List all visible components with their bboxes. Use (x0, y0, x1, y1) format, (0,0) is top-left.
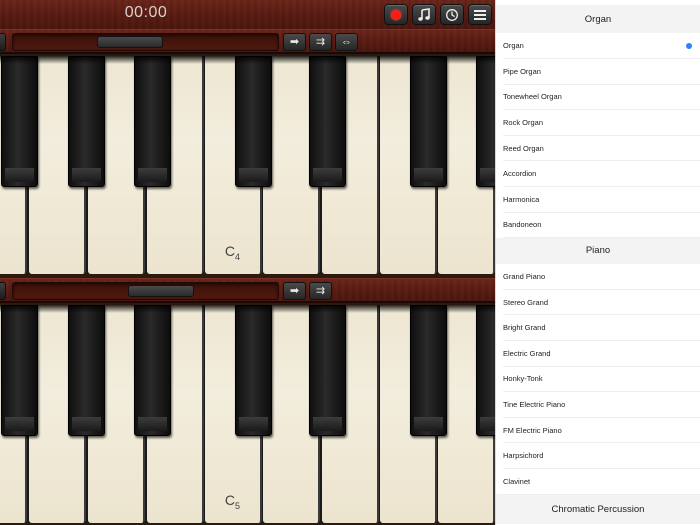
menu-icon (474, 9, 486, 20)
black-key[interactable] (476, 305, 495, 436)
list-item-organ[interactable]: Organ (496, 33, 700, 59)
section-header-piano: Piano (496, 237, 700, 264)
black-key[interactable] (476, 56, 495, 187)
music-note-icon (418, 7, 430, 21)
list-item-label: Organ (503, 41, 524, 51)
list-item-label: Accordion (503, 169, 537, 179)
list-item-label: Harpsichord (503, 451, 544, 461)
list-item-harmonica[interactable]: Harmonica (496, 187, 700, 213)
list-item-fm-electric-piano[interactable]: FM Electric Piano (496, 417, 700, 443)
nav-left-button[interactable] (0, 282, 6, 300)
range-slider-thumb[interactable] (128, 285, 194, 297)
black-key[interactable] (410, 305, 447, 436)
keyboard-lower: C5 (0, 305, 495, 523)
keyboard-2-navigation: ➡ ⇉ (0, 278, 495, 303)
music-button[interactable] (412, 4, 436, 25)
playback-time: 00:00 (124, 4, 168, 21)
keyboard-range-slider[interactable] (12, 282, 279, 300)
menu-button[interactable] (468, 4, 492, 25)
black-key[interactable] (235, 56, 272, 187)
list-item-harpsichord[interactable]: Harpsichord (496, 443, 700, 469)
list-item-stereo-grand[interactable]: Stereo Grand (496, 289, 700, 315)
keyboard-1-navigation: ➡ ⇉ ⇔ (0, 29, 495, 54)
list-item-label: Harmonica (503, 194, 540, 204)
black-key[interactable] (134, 305, 171, 436)
record-icon (391, 9, 401, 20)
section-header-organ: Organ (496, 5, 700, 33)
instrument-list: Organ Organ Pipe Organ Tonewheel Organ R… (495, 0, 700, 525)
list-item-label: Tonewheel Organ (503, 92, 562, 102)
double-arrow-right-icon: ⇉ (315, 35, 326, 48)
list-item-grand-piano[interactable]: Grand Piano (496, 264, 700, 290)
list-item-label: Bright Grand (503, 323, 546, 333)
list-item-label: Rock Organ (503, 118, 544, 128)
list-item-label: Clavinet (503, 476, 531, 486)
list-item-tine-electric-piano[interactable]: Tine Electric Piano (496, 392, 700, 418)
shift-right-double-button[interactable]: ⇉ (309, 282, 332, 300)
list-item-label: Pipe Organ (503, 66, 541, 76)
selected-indicator-icon (686, 42, 692, 49)
top-toolbar: 00:00 (0, 0, 495, 30)
list-item-rock-organ[interactable]: Rock Organ (496, 110, 700, 136)
list-item-pipe-organ[interactable]: Pipe Organ (496, 59, 700, 85)
list-item-bright-grand[interactable]: Bright Grand (496, 315, 700, 341)
list-item-label: Electric Grand (503, 348, 551, 358)
list-item-label: Reed Organ (503, 143, 544, 153)
list-item-bandoneon[interactable]: Bandoneon (496, 212, 700, 238)
list-item-label: Bandoneon (503, 220, 542, 230)
black-key[interactable] (68, 305, 105, 436)
black-key[interactable] (309, 305, 346, 436)
list-item-honky-tonk[interactable]: Honky-Tonk (496, 366, 700, 392)
shift-right-button[interactable]: ➡ (283, 33, 306, 51)
arrow-right-icon: ➡ (289, 284, 300, 297)
black-key[interactable] (1, 56, 38, 187)
record-button[interactable] (384, 4, 408, 25)
nav-left-button[interactable] (0, 33, 6, 51)
list-item-clavinet[interactable]: Clavinet (496, 469, 700, 495)
expand-range-button[interactable]: ⇔ (335, 33, 358, 51)
list-item-label: Honky-Tonk (503, 374, 543, 384)
note-label-c4: C4 (224, 243, 241, 262)
list-item-label: Grand Piano (503, 272, 546, 282)
metronome-button[interactable] (440, 4, 464, 25)
black-key[interactable] (1, 305, 38, 436)
black-key[interactable] (235, 305, 272, 436)
list-item-reed-organ[interactable]: Reed Organ (496, 135, 700, 161)
black-key[interactable] (68, 56, 105, 187)
list-item-electric-grand[interactable]: Electric Grand (496, 341, 700, 367)
section-header-chromatic-percussion: Chromatic Percussion (496, 494, 700, 525)
keyboard-upper: C4 (0, 56, 495, 274)
list-item-label: Tine Electric Piano (503, 400, 566, 410)
piano-app: 00:00 ➡ ⇉ ⇔ C4 ➡ ⇉ C5 (0, 0, 495, 525)
shift-right-button[interactable]: ➡ (283, 282, 306, 300)
list-item-accordion[interactable]: Accordion (496, 161, 700, 187)
double-arrow-right-icon: ⇉ (315, 284, 326, 297)
list-item-label: Stereo Grand (503, 297, 549, 307)
black-key[interactable] (410, 56, 447, 187)
black-key[interactable] (134, 56, 171, 187)
note-label-c5: C5 (224, 492, 241, 511)
metronome-icon (446, 8, 458, 21)
keyboard-range-slider[interactable] (12, 33, 279, 51)
left-right-arrows-icon: ⇔ (341, 35, 352, 48)
shift-right-double-button[interactable]: ⇉ (309, 33, 332, 51)
range-slider-thumb[interactable] (97, 36, 163, 48)
black-key[interactable] (309, 56, 346, 187)
list-item-label: FM Electric Piano (503, 425, 562, 435)
arrow-right-icon: ➡ (289, 35, 300, 48)
list-item-tonewheel-organ[interactable]: Tonewheel Organ (496, 84, 700, 110)
